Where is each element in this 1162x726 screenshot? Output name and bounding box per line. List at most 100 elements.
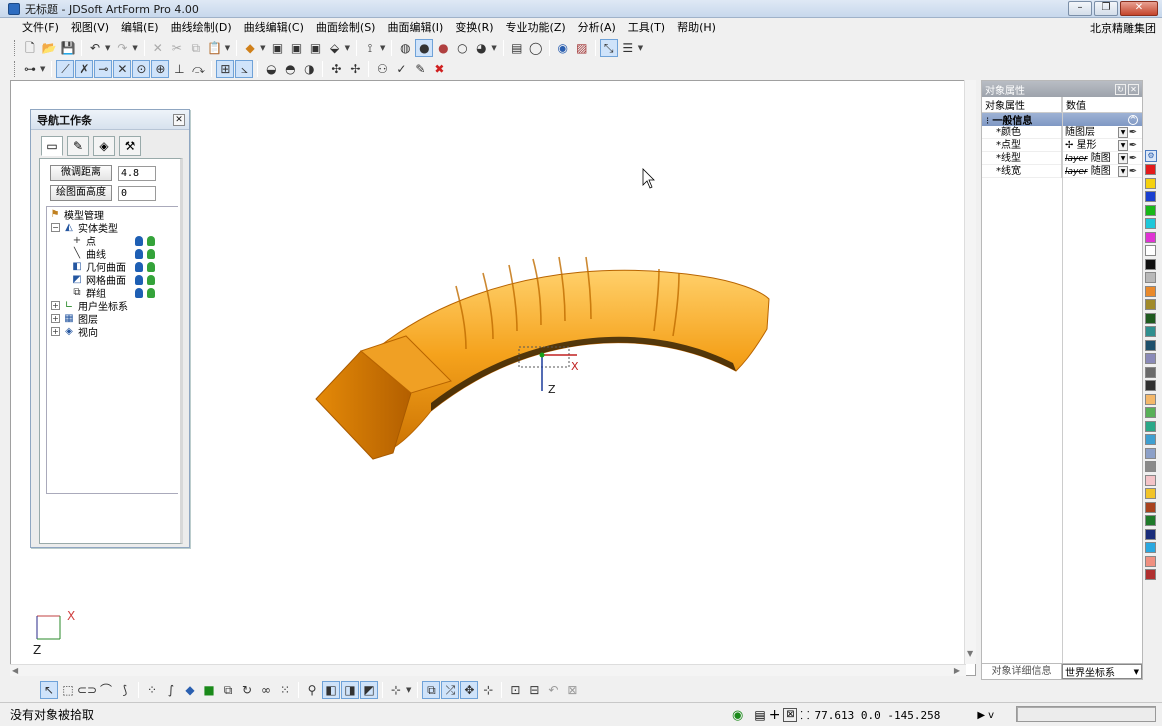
pick-curves-icon[interactable]: ∫ — [162, 681, 180, 699]
filter-a-icon[interactable]: ◧ — [322, 681, 340, 699]
color-swatch[interactable] — [1145, 528, 1156, 540]
save-icon[interactable]: 💾 — [59, 39, 77, 57]
color-swatch[interactable] — [1145, 285, 1156, 297]
pick-mode-dropdown-icon[interactable]: ▼ — [406, 686, 411, 694]
menu-edit[interactable]: 编辑(E) — [115, 19, 165, 35]
menu-transform[interactable]: 变换(R) — [449, 19, 499, 35]
pick-connected-icon[interactable]: ∞ — [257, 681, 275, 699]
redo-icon[interactable]: ↷ — [113, 39, 131, 57]
picker-icon[interactable]: ✒ — [1128, 153, 1138, 164]
snap-midpoint-icon[interactable]: ⊸ — [94, 60, 113, 78]
view-iso-icon[interactable]: ⬙ — [326, 39, 344, 57]
pick-by-layer-icon[interactable]: ⚲ — [303, 681, 321, 699]
dropdown-icon[interactable]: ▼ — [1118, 139, 1128, 151]
view-side-icon[interactable]: ▣ — [307, 39, 325, 57]
group-toggle-icon[interactable]: ^ — [1128, 114, 1138, 125]
select-move-icon[interactable]: ✥ — [460, 681, 479, 699]
snap-center-icon[interactable]: ⊙ — [132, 60, 151, 78]
color-swatch[interactable] — [1145, 515, 1156, 526]
layer-status-icon[interactable]: ▤ — [754, 708, 765, 722]
shaded-cube-icon[interactable]: ◆ — [241, 39, 259, 57]
color-swatch[interactable] — [1145, 258, 1156, 270]
redo-dropdown-icon[interactable]: ▼ — [132, 44, 137, 52]
open-file-icon[interactable]: 📂 — [40, 39, 58, 57]
color-swatch[interactable] — [1145, 353, 1156, 364]
refresh-icon[interactable]: ◉ — [732, 708, 743, 723]
plane-height-input[interactable]: 0 — [118, 185, 156, 201]
picker-icon[interactable]: ✒ — [1128, 127, 1138, 138]
menu-analysis[interactable]: 分析(A) — [572, 19, 622, 35]
select-transform-icon[interactable]: ⤮ — [441, 681, 460, 699]
dropdown-icon[interactable]: ▼ — [1118, 126, 1128, 138]
menu-view[interactable]: 视图(V) — [65, 19, 115, 35]
object-details-tab[interactable]: 对象详细信息 — [982, 664, 1062, 679]
ungroup-icon[interactable]: ⊟ — [525, 681, 543, 699]
close-button[interactable]: ✕ — [1120, 1, 1158, 16]
expand-icon[interactable]: + — [51, 314, 60, 323]
tab-layers-icon[interactable]: ▭ — [41, 136, 63, 156]
menu-special[interactable]: 专业功能(Z) — [500, 19, 572, 35]
surface-filter-icon[interactable]: ◓ — [281, 60, 299, 78]
toolbar-grip[interactable] — [14, 40, 17, 56]
visibility-bulb-icon[interactable] — [135, 274, 143, 285]
surface-mesh-icon[interactable]: ◑ — [300, 60, 318, 78]
delete-icon[interactable]: ✕ — [149, 39, 167, 57]
render-dropdown-icon[interactable]: ▼ — [260, 44, 265, 52]
fine-distance-input[interactable]: 4.8 — [118, 165, 156, 181]
color-swatch[interactable] — [1145, 231, 1156, 243]
color-swatch[interactable] — [1145, 339, 1156, 351]
palette-settings-icon[interactable]: ⚙ — [1145, 150, 1157, 162]
color-swatch[interactable] — [1145, 218, 1156, 229]
minimize-button[interactable]: – — [1068, 1, 1092, 16]
surface-select-icon[interactable]: ◒ — [262, 60, 280, 78]
color-swatch[interactable] — [1145, 420, 1156, 432]
shaded-sphere-icon[interactable]: ● — [415, 39, 434, 57]
dropdown-icon[interactable]: ▼ — [1118, 152, 1128, 164]
globe-icon[interactable]: ◕ — [472, 39, 490, 57]
color-swatch[interactable] — [1145, 447, 1156, 459]
paste-dropdown-icon[interactable]: ▼ — [225, 44, 230, 52]
view-front-icon[interactable]: ▣ — [269, 39, 287, 57]
tab-draw-icon[interactable]: ✎ — [67, 136, 89, 156]
circle-icon[interactable]: ◯ — [527, 39, 545, 57]
chain-select-icon[interactable]: ⊂⊃ — [77, 681, 97, 699]
color-swatch[interactable] — [1145, 177, 1156, 189]
panel-close-icon[interactable]: ✕ — [173, 113, 185, 126]
navigation-panel-header[interactable]: 导航工作条 ✕ — [31, 110, 189, 130]
select-snap-icon[interactable]: ⊹ — [479, 681, 497, 699]
color-swatch[interactable] — [1145, 569, 1156, 580]
menu-help[interactable]: 帮助(H) — [671, 19, 722, 35]
layer-list-icon[interactable]: ☰ — [619, 39, 637, 57]
point-mode-dropdown-icon[interactable]: ▼ — [40, 65, 45, 73]
lock-bulb-icon[interactable] — [147, 287, 155, 298]
filter-b-icon[interactable]: ◨ — [341, 681, 359, 699]
lock-bulb-icon[interactable] — [147, 274, 155, 285]
check-tool-icon[interactable]: ✓ — [392, 60, 410, 78]
color-swatch[interactable] — [1145, 461, 1156, 472]
deselect-icon[interactable]: ⊠ — [563, 681, 581, 699]
color-swatch[interactable] — [1145, 245, 1156, 256]
color-swatch[interactable] — [1145, 312, 1156, 324]
lasso-select-icon[interactable]: ⌒ — [97, 681, 115, 699]
snap-endpoint-icon[interactable]: ⟋ — [56, 60, 75, 78]
expand-icon[interactable]: + — [51, 327, 60, 336]
copy-icon[interactable]: ⧉ — [187, 39, 205, 57]
undo-icon[interactable]: ↶ — [86, 39, 104, 57]
vertical-scrollbar[interactable]: ▼ — [964, 80, 976, 664]
tree-item-view-direction[interactable]: + ◈ 视向 — [51, 325, 98, 339]
pick-surface-icon[interactable]: ◆ — [181, 681, 199, 699]
pick-group-icon[interactable]: ⧉ — [219, 681, 237, 699]
show-points-icon[interactable]: ✣ — [327, 60, 345, 78]
color-swatch[interactable] — [1145, 474, 1156, 486]
visibility-bulb-icon[interactable] — [135, 261, 143, 272]
visibility-bulb-icon[interactable] — [135, 287, 143, 298]
box-mode-icon[interactable]: ⊠ — [783, 708, 798, 722]
view-eye-icon[interactable]: ⚇ — [373, 60, 391, 78]
horizontal-scrollbar[interactable]: ◀ ▶ — [10, 664, 966, 676]
point-mode-icon[interactable]: ⊶ — [21, 60, 39, 78]
view-top-icon[interactable]: ▣ — [288, 39, 306, 57]
play-icon[interactable]: ▶ — [977, 710, 985, 721]
fence-select-icon[interactable]: ⟆ — [116, 681, 134, 699]
color-swatch[interactable] — [1145, 366, 1156, 378]
display-dropdown-icon[interactable]: ▼ — [491, 44, 496, 52]
